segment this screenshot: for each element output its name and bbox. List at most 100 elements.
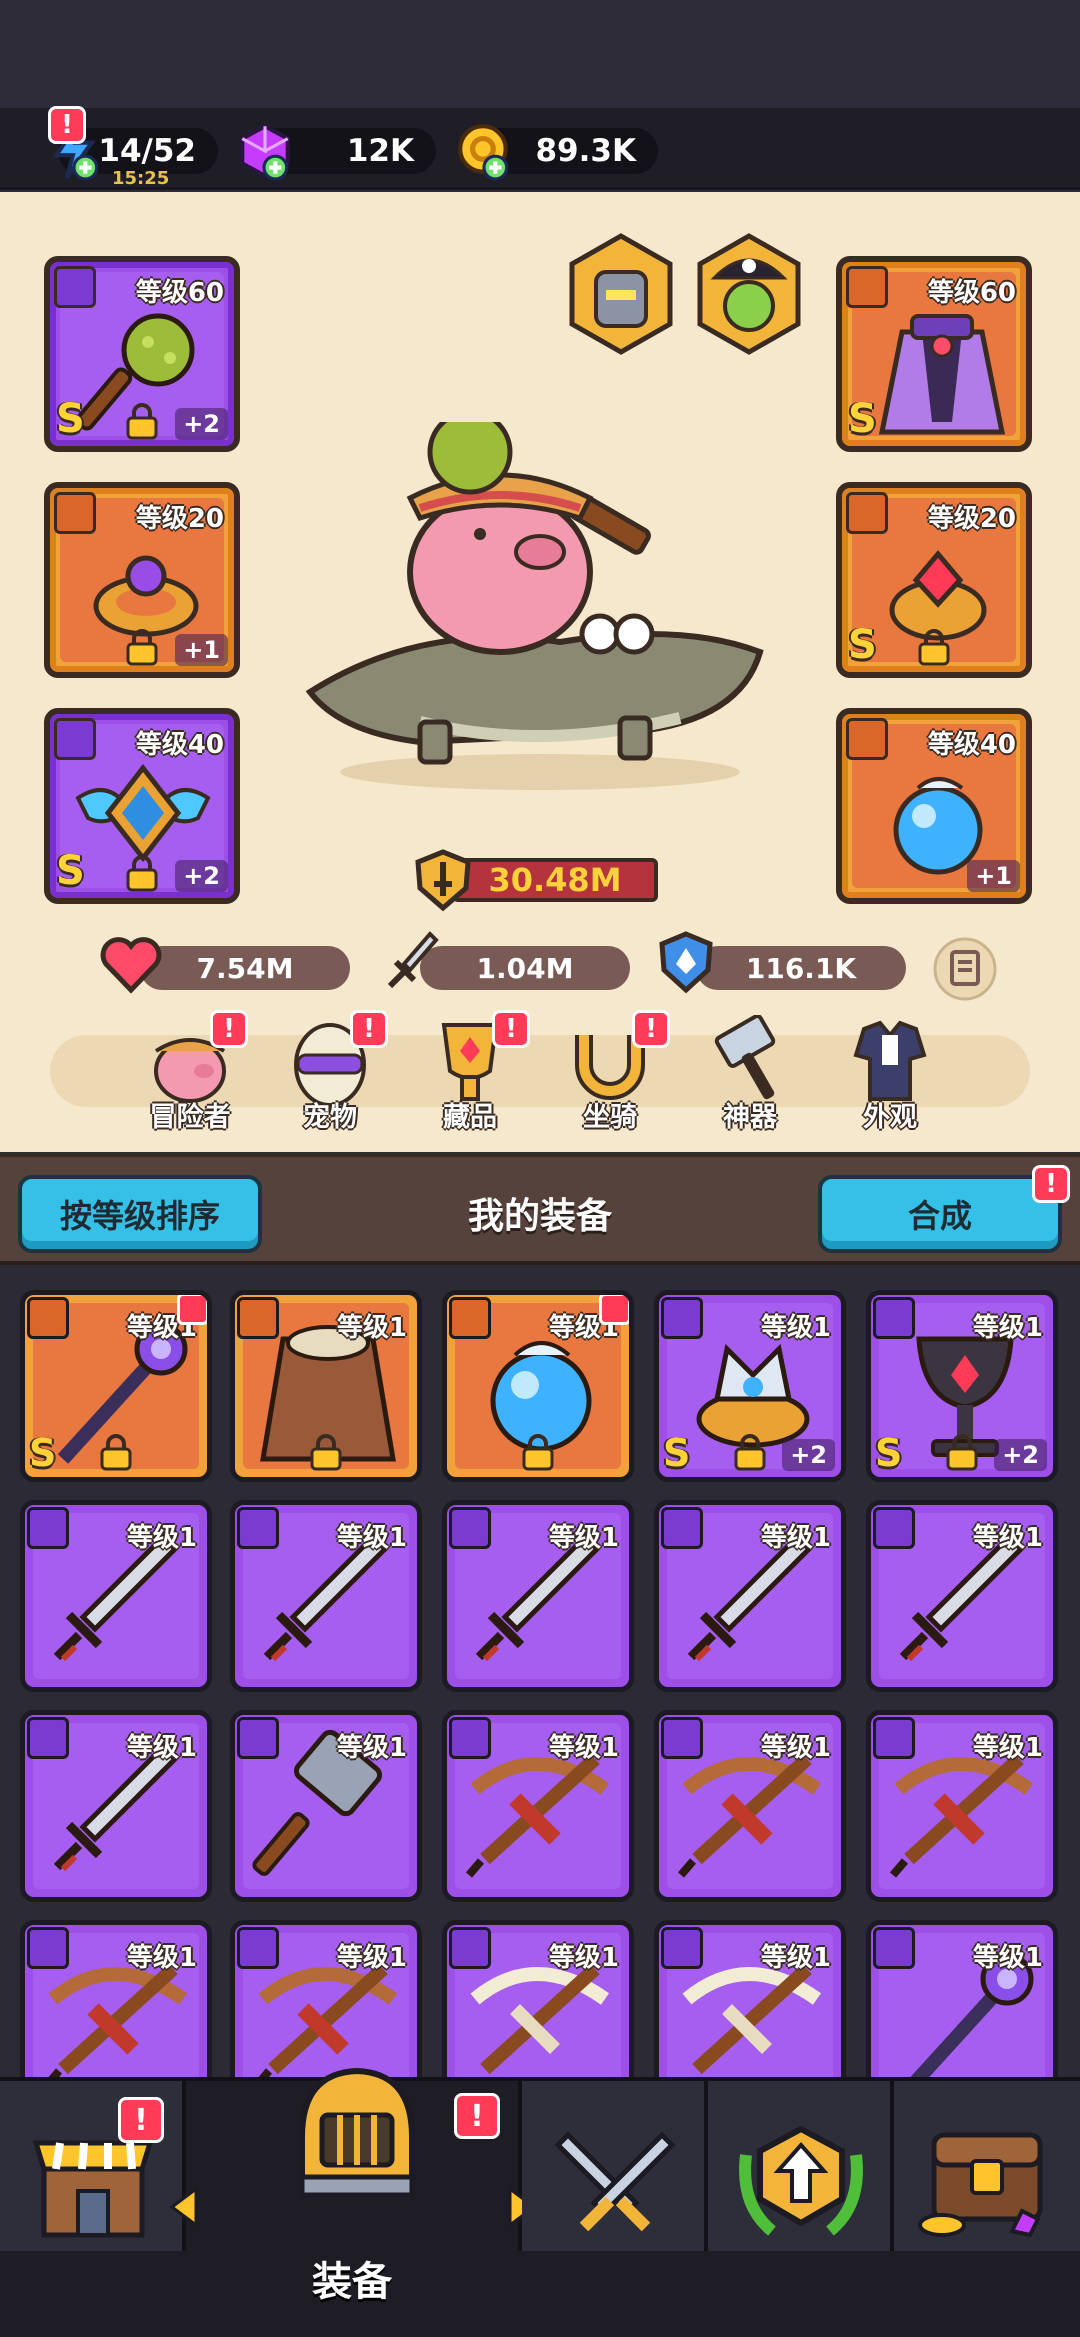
tab-alert-badge: ! [210,1010,248,1048]
tab-label: 宠物 [303,1102,357,1133]
inventory-item[interactable]: 等级1 [20,1500,212,1692]
equip-slot-armor[interactable]: 等级60 S [836,256,1032,452]
energy-timer: 15:25 [112,168,170,189]
upgrade-plus: +2 [782,1439,835,1471]
nav-equipment-button[interactable]: ! 装备 [169,2067,537,2305]
item-type-icon [449,1717,491,1759]
inventory-header: 按等级排序 我的装备 合成 ! [0,1153,1080,1265]
defense-value: 116.1K [745,951,857,985]
item-level: 等级1 [126,1943,197,1973]
lock-icon [522,1434,554,1471]
shop-alert-badge: ! [118,2097,164,2143]
tab-label: 坐骑 [583,1102,637,1133]
stats-detail-icon[interactable] [932,936,998,1002]
inventory-item[interactable]: 等级1 [230,1710,422,1902]
item-level: 等级1 [548,1943,619,1973]
inventory-item[interactable]: 等级1 [230,1290,422,1482]
equip-slot-ring-right[interactable]: 等级20 S [836,482,1032,678]
lock-icon [126,855,158,892]
slot-level: 等级60 [927,278,1016,308]
inventory-item[interactable]: 等级1 [442,1710,634,1902]
equip-slot-ring-left[interactable]: 等级20 +1 [44,482,240,678]
item-type-icon [237,1507,279,1549]
item-level: 等级1 [336,1313,407,1343]
item-type-icon [449,1507,491,1549]
tab-appearance[interactable]: 外观 [830,1015,950,1135]
inventory-item[interactable]: 等级1 [230,1500,422,1692]
item-level: 等级1 [972,1943,1043,1973]
ring-type-icon [846,492,888,534]
sword-icon [387,931,439,989]
equipment-alert-badge: ! [454,2093,500,2139]
cape-icon [878,314,1006,435]
item-type-icon [873,1297,915,1339]
nav-battle-button[interactable] [522,2081,708,2251]
item-type-icon [661,1927,703,1969]
inventory-item[interactable]: 等级1 [654,1920,846,2077]
lock-icon [310,1434,342,1471]
inventory-item[interactable]: 等级1 [230,1920,422,2077]
item-level: 等级1 [972,1523,1043,1553]
inventory-item[interactable]: 等级1 [20,1710,212,1902]
defense-stat: 116.1K [696,946,906,990]
merge-alert-badge: ! [1032,1165,1070,1203]
energy-value: 14/52 [98,133,196,169]
upgrade-plus: +2 [175,860,228,892]
coin-value: 89.3K [535,133,636,169]
inventory-item[interactable]: 等级1 [866,1710,1058,1902]
tab-label: 藏品 [443,1102,497,1133]
slot-level: 等级60 [135,278,224,308]
item-level: 等级1 [972,1313,1043,1343]
combat-power: 30.48M [412,849,658,912]
gem-counter[interactable]: 12K [240,123,436,181]
hammer-artifact-icon [714,1014,776,1100]
merge-button[interactable]: 合成 [818,1175,1062,1253]
lock-icon [734,1434,766,1471]
tab-artifact[interactable]: 神器 [690,1014,810,1135]
inventory-item[interactable]: 等级1 [866,1500,1058,1692]
tab-alert-badge: ! [492,1010,530,1048]
equip-slot-necklace-left[interactable]: 等级40 S +2 [44,708,240,904]
knight-companion-icon[interactable] [566,232,676,356]
nav-shop-button[interactable]: ! [0,2081,186,2251]
rank-badge: S [56,848,85,894]
item-level: 等级1 [548,1523,619,1553]
item-type-icon [237,1717,279,1759]
coin-counter[interactable]: 89.3K [458,124,658,181]
chevron-left-icon[interactable] [166,2185,202,2229]
inventory-item[interactable]: 等级1 [442,1500,634,1692]
inventory-item[interactable]: 等级1 S [20,1290,212,1482]
nav-treasure-button[interactable] [894,2081,1080,2251]
inventory-item[interactable]: 等级1 S +2 [866,1290,1058,1482]
hp-stat: 7.54M [140,946,350,990]
helmet-icon [299,2067,415,2198]
item-level: 等级1 [548,1733,619,1763]
pirate-companion-icon[interactable] [694,232,804,356]
lock-icon [100,1434,132,1471]
inventory-grid: 等级1 S 等级1 等级1 等级1 S +2 等级1 S +2 等级1 等级1 等级1 等级1 等级1 等级1… [0,1265,1080,2077]
item-level: 等级1 [126,1523,197,1553]
inventory-title: 我的装备 [467,1196,612,1237]
slot-level: 等级40 [135,730,224,760]
slot-level: 等级20 [135,504,224,534]
hero-panel: 等级60 S +2 等级20 +1 等级40 S +2 等级60 S 等级20 … [0,192,1080,1152]
inventory-item[interactable]: 等级1 [866,1920,1058,2077]
bottom-nav: ! ! 装备 [0,2067,1080,2337]
item-type-icon [27,1507,69,1549]
tab-label: 冒险者 [149,1102,231,1133]
sort-by-level-button[interactable]: 按等级排序 [18,1175,262,1253]
energy-alert-badge: ! [48,106,86,144]
inventory-item[interactable]: 等级1 [654,1500,846,1692]
inventory-item[interactable]: 等级1 [654,1710,846,1902]
treasure-chest-icon [918,2132,1043,2238]
power-shield-icon [415,849,471,912]
inventory-item[interactable]: 等级1 [442,1290,634,1482]
equip-slot-weapon[interactable]: 等级60 S +2 [44,256,240,452]
inventory-item[interactable]: 等级1 S +2 [654,1290,846,1482]
inventory-item[interactable]: 等级1 [20,1920,212,2077]
equip-slot-necklace-right[interactable]: 等级40 +1 [836,708,1032,904]
new-item-marker [177,1295,207,1325]
nav-upgrade-button[interactable] [708,2081,894,2251]
gem-icon [240,123,290,181]
inventory-item[interactable]: 等级1 [442,1920,634,2077]
